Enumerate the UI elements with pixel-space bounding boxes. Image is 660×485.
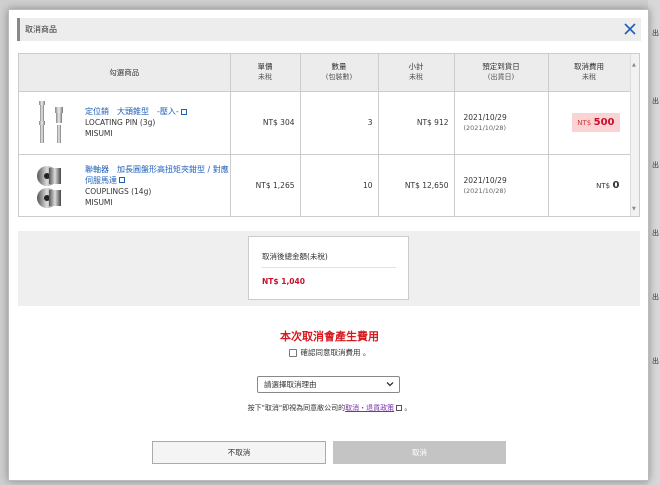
table-scrollbar[interactable]: ▲ ▼ xyxy=(630,54,639,216)
header-quantity: 數量 (包裝數) xyxy=(300,54,379,92)
side-label: 出 xyxy=(652,161,659,169)
cancel-reason-placeholder: 請選擇取消理由 xyxy=(264,380,317,389)
do-not-cancel-button[interactable]: 不取消 xyxy=(152,441,326,464)
table-header-row: 勾選商品 單價 未稅 數量 (包裝數) 小計 未稅 預定到貨日 (出貨日) 取消費用 未稅 xyxy=(19,54,631,92)
cancel-fee-highlight: NT$ 500 xyxy=(572,113,620,132)
items-table: 勾選商品 單價 未稅 數量 (包裝數) 小計 未稅 預定到貨日 (出貨日) 取消費用 未稅 xyxy=(19,54,631,216)
total-box: 取消後總金額(未稅) NT$ 1,040 xyxy=(248,236,409,300)
cancel-items-modal: 取消商品 勾選商品 單價 未稅 數量 (包裝數) 小計 未稅 預定到貨日 (出貨日) 取… xyxy=(8,9,649,481)
header-unit-price: 單價 未稅 xyxy=(230,54,301,92)
side-label: 出 xyxy=(652,357,659,365)
coupling-image xyxy=(35,162,69,210)
product-type: COUPLINGS (14g) xyxy=(85,186,152,196)
header-select-items: 勾選商品 xyxy=(19,54,231,92)
subtotal: NT$ 912 xyxy=(378,91,455,155)
external-link-icon xyxy=(180,108,187,115)
total-value: NT$ 1,040 xyxy=(262,277,305,286)
product-name-link[interactable]: 聯軸器 加長圓盤形高扭矩夾鉗型 / 對應伺服馬達 xyxy=(85,164,230,186)
agree-row: 確認同意取消費用 。 xyxy=(9,347,650,358)
header-subtotal: 小計 未稅 xyxy=(378,54,455,92)
policy-notice: 按下"取消"即視為同意敝公司的取消・退貨政策 。 xyxy=(9,403,650,413)
agree-fee-label[interactable]: 確認同意取消費用 。 xyxy=(301,347,371,358)
locating-pin-image xyxy=(35,99,69,147)
side-label: 出 xyxy=(652,293,659,301)
product-type: LOCATING PIN (3g) xyxy=(85,118,156,127)
divider xyxy=(261,267,396,268)
agree-fee-checkbox[interactable] xyxy=(288,348,297,357)
external-link-icon xyxy=(119,177,125,183)
product-brand: MISUMI xyxy=(85,197,113,207)
total-label: 取消後總金額(未稅) xyxy=(262,252,328,261)
quantity: 3 xyxy=(300,91,379,155)
cancel-fee: NT$ 0 xyxy=(548,154,631,216)
quantity: 10 xyxy=(300,154,379,216)
product-name-link[interactable]: 定位銷 大頭錐型 -壓入- xyxy=(85,106,187,117)
close-button[interactable] xyxy=(622,21,638,37)
policy-link[interactable]: 取消・退貨政策 xyxy=(345,404,394,412)
ship-date: 2021/10/29 (2021/10/28) xyxy=(454,154,549,216)
modal-header: 取消商品 xyxy=(17,18,641,41)
chevron-down-icon xyxy=(386,382,394,387)
side-label: 出 xyxy=(652,229,659,237)
header-ship-date: 預定到貨日 (出貨日) xyxy=(454,54,549,92)
modal-title: 取消商品 xyxy=(25,25,57,34)
confirm-cancel-button[interactable]: 取消 xyxy=(333,441,506,464)
scroll-up-icon[interactable]: ▲ xyxy=(632,62,636,68)
product-cell: 定位銷 大頭錐型 -壓入- LOCATING PIN (3g) MISUMI xyxy=(19,91,231,155)
policy-suffix: 。 xyxy=(402,404,412,412)
side-label: 出 xyxy=(652,29,659,37)
ship-date: 2021/10/29 (2021/10/28) xyxy=(454,91,549,155)
cancel-fee: NT$ 500 xyxy=(548,91,631,155)
header-cancel-fee: 取消費用 未稅 xyxy=(548,54,631,92)
scroll-down-icon[interactable]: ▼ xyxy=(632,206,636,212)
items-table-container: 勾選商品 單價 未稅 數量 (包裝數) 小計 未稅 預定到貨日 (出貨日) 取消費用 未稅 xyxy=(18,53,640,217)
table-row: 聯軸器 加長圓盤形高扭矩夾鉗型 / 對應伺服馬達 COUPLINGS (14g)… xyxy=(19,154,631,216)
total-panel: 取消後總金額(未稅) NT$ 1,040 xyxy=(18,231,640,306)
product-brand: MISUMI xyxy=(85,129,113,138)
policy-prefix: 按下"取消"即視為同意敝公司的 xyxy=(247,404,346,412)
fee-warning-title: 本次取消會產生費用 xyxy=(280,330,379,343)
cancel-reason-select[interactable]: 請選擇取消理由 xyxy=(257,376,400,393)
side-label: 出 xyxy=(652,97,659,105)
unit-price: NT$ 1,265 xyxy=(230,154,301,216)
table-row: 定位銷 大頭錐型 -壓入- LOCATING PIN (3g) MISUMI N… xyxy=(19,91,631,155)
close-icon xyxy=(624,23,636,35)
subtotal: NT$ 12,650 xyxy=(378,154,455,216)
unit-price: NT$ 304 xyxy=(230,91,301,155)
product-cell: 聯軸器 加長圓盤形高扭矩夾鉗型 / 對應伺服馬達 COUPLINGS (14g)… xyxy=(19,154,231,216)
